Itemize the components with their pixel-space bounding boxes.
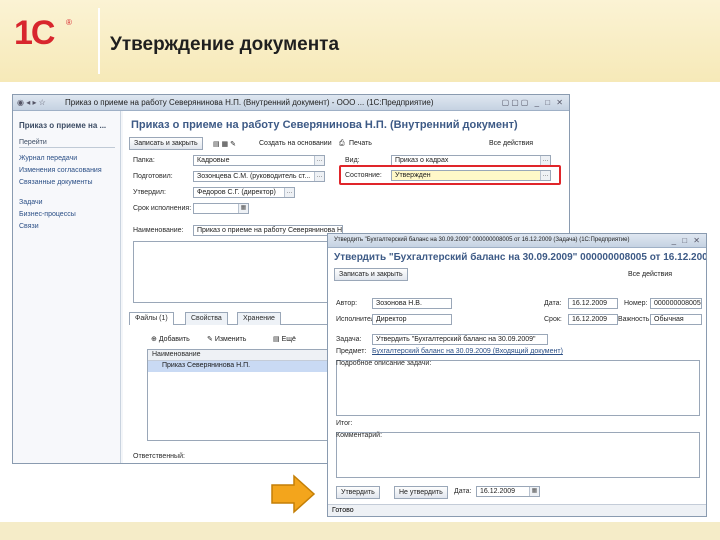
- importance-field[interactable]: Обычная: [650, 314, 702, 325]
- task-all-actions-button[interactable]: Все действия: [628, 271, 672, 278]
- task-field[interactable]: Утвердить "Бухгалтерский баланс на 30.09…: [372, 334, 548, 345]
- completion-date-value: 16.12.2009: [480, 488, 516, 495]
- 1c-logo: 1С: [14, 14, 55, 52]
- task-window-title: Утвердить "Бухгалтерский баланс на 30.09…: [334, 237, 630, 243]
- author-label: Автор:: [336, 300, 358, 307]
- document-toolbar: Записать и закрыть ▤ ▦ ✎ Создать на осно…: [129, 137, 559, 151]
- create-based-button[interactable]: Создать на основании: [259, 140, 332, 147]
- folder-field[interactable]: Кадровые …: [193, 155, 325, 166]
- task-notes-label: Подробное описание задачи:: [336, 360, 432, 367]
- prepared-field[interactable]: Зозонцева С.М. (руководитель ст...…: [193, 171, 325, 182]
- grid-more-button[interactable]: ▤ Ещё: [273, 335, 296, 343]
- approved-field[interactable]: Федоров С.Г. (директор) …: [193, 187, 295, 198]
- reject-button[interactable]: Не утвердить: [394, 486, 448, 499]
- view-label: Вид:: [345, 157, 360, 164]
- tab-storage[interactable]: Хранение: [237, 312, 281, 325]
- task-window-titlebar: Утвердить "Бухгалтерский баланс на 30.09…: [328, 234, 706, 248]
- status-bar: Готово: [328, 504, 706, 516]
- validity-label: Срок исполнения:: [133, 205, 192, 212]
- ellipsis-icon[interactable]: …: [314, 172, 324, 181]
- validity-field[interactable]: ▦: [193, 203, 249, 214]
- slide: 1С ® Утверждение документа ◉ ◂ ▸ ☆ Прика…: [0, 0, 720, 540]
- nav-goto-label: Перейти: [19, 139, 47, 146]
- navigation-panel: Приказ о приеме на ... Перейти Журнал пе…: [13, 111, 121, 463]
- calendar-icon[interactable]: ▦: [529, 487, 539, 496]
- calendar-icon[interactable]: ▦: [238, 204, 248, 213]
- state-value: Утвержден: [395, 172, 431, 179]
- window-controls-icon[interactable]: _ □ ✕: [672, 236, 702, 245]
- grid-more-label: Ещё: [281, 336, 296, 343]
- document-window-titlebar: ◉ ◂ ▸ ☆ Приказ о приеме на работу Северя…: [13, 95, 569, 111]
- task-save-close-button[interactable]: Записать и закрыть: [334, 268, 408, 281]
- number-field[interactable]: 000000008005: [650, 298, 702, 309]
- approved-value: Федоров С.Г. (директор): [197, 189, 276, 196]
- ellipsis-icon[interactable]: …: [540, 156, 550, 165]
- description-field[interactable]: Приказ о приеме на работу Северянинова Н…: [193, 225, 343, 236]
- nav-divider: [19, 147, 115, 148]
- all-actions-button[interactable]: Все действия: [489, 140, 533, 147]
- print-button[interactable]: Печать: [349, 140, 372, 147]
- nav-link-transfer-log[interactable]: Журнал передачи: [19, 155, 77, 162]
- task-comment-area[interactable]: [336, 432, 700, 478]
- task-heading: Утвердить "Бухгалтерский баланс на 30.09…: [334, 252, 707, 263]
- view-value: Приказ о кадрах: [395, 157, 449, 164]
- nav-link-business-processes[interactable]: Бизнес-процессы: [19, 211, 76, 218]
- save-close-button[interactable]: Записать и закрыть: [129, 137, 203, 150]
- nav-panel-heading: Приказ о приеме на ...: [19, 121, 107, 130]
- outcome-label: Итог:: [336, 420, 353, 427]
- completion-date-field[interactable]: 16.12.2009 ▦: [476, 486, 540, 497]
- term-label: Срок:: [544, 316, 562, 323]
- document-form-title: Приказ о приеме на работу Северянинова Н…: [131, 119, 518, 131]
- approve-button[interactable]: Утвердить: [336, 486, 380, 499]
- slide-title: Утверждение документа: [110, 34, 340, 55]
- grid-edit-label: Изменить: [214, 336, 247, 343]
- author-field[interactable]: Зозонова Н.В.: [372, 298, 452, 309]
- tab-properties[interactable]: Свойства: [185, 312, 228, 325]
- titlebar-nav-icons[interactable]: ◉ ◂ ▸ ☆: [17, 98, 46, 107]
- date-field[interactable]: 16.12.2009: [568, 298, 618, 309]
- performer-field[interactable]: Директор: [372, 314, 452, 325]
- grid-add-label: Добавить: [158, 336, 190, 343]
- toolbar-icons[interactable]: ▤ ▦ ✎: [213, 140, 236, 148]
- subject-label: Предмет:: [336, 348, 367, 355]
- tab-files[interactable]: Файлы (1): [129, 312, 174, 325]
- ellipsis-icon[interactable]: …: [284, 188, 294, 197]
- completion-date-label: Дата:: [454, 488, 472, 495]
- printer-icon[interactable]: ⎙: [339, 140, 345, 148]
- registered-mark: ®: [66, 18, 72, 27]
- task-description-area[interactable]: [336, 360, 700, 416]
- description-label: Наименование:: [133, 227, 184, 234]
- nav-link-links[interactable]: Связи: [19, 223, 39, 230]
- folder-value: Кадровые: [197, 157, 230, 164]
- subject-link[interactable]: Бухгалтерский баланс на 30.09.2009 (Вход…: [372, 348, 563, 355]
- window-controls-icon[interactable]: ▢▢▢ _ □ ✕: [502, 98, 565, 107]
- description-area[interactable]: [133, 241, 339, 303]
- slide-header: 1С ® Утверждение документа: [0, 0, 720, 82]
- task-comment-label: Комментарий:: [336, 432, 383, 439]
- importance-label: Важность:: [618, 316, 652, 323]
- document-window-title: Приказ о приеме на работу Северянинова Н…: [65, 98, 434, 107]
- state-field[interactable]: Утвержден …: [391, 170, 551, 181]
- task-window: Утвердить "Бухгалтерский баланс на 30.09…: [327, 233, 707, 517]
- term-field[interactable]: 16.12.2009: [568, 314, 618, 325]
- prepared-value: Зозонцева С.М. (руководитель ст...: [197, 173, 311, 180]
- task-label: Задача:: [336, 336, 362, 343]
- state-label: Состояние:: [345, 172, 382, 179]
- approved-label: Утвердил:: [133, 189, 166, 196]
- nav-link-approval-changes[interactable]: Изменения согласования: [19, 167, 102, 174]
- nav-link-tasks[interactable]: Задачи: [19, 199, 43, 206]
- right-arrow-icon: [271, 474, 316, 514]
- grid-edit-button[interactable]: ✎ Изменить: [207, 335, 246, 343]
- date-label: Дата:: [544, 300, 562, 307]
- header-separator: [98, 8, 100, 74]
- folder-label: Папка:: [133, 157, 155, 164]
- number-label: Номер:: [624, 300, 648, 307]
- nav-link-related-docs[interactable]: Связанные документы: [19, 179, 93, 186]
- grid-add-button[interactable]: ⊕ Добавить: [151, 335, 190, 343]
- footer-band: [0, 522, 720, 540]
- prepared-label: Подготовил:: [133, 173, 173, 180]
- responsible-label: Ответственный:: [133, 453, 185, 460]
- ellipsis-icon[interactable]: …: [540, 171, 550, 180]
- ellipsis-icon[interactable]: …: [314, 156, 324, 165]
